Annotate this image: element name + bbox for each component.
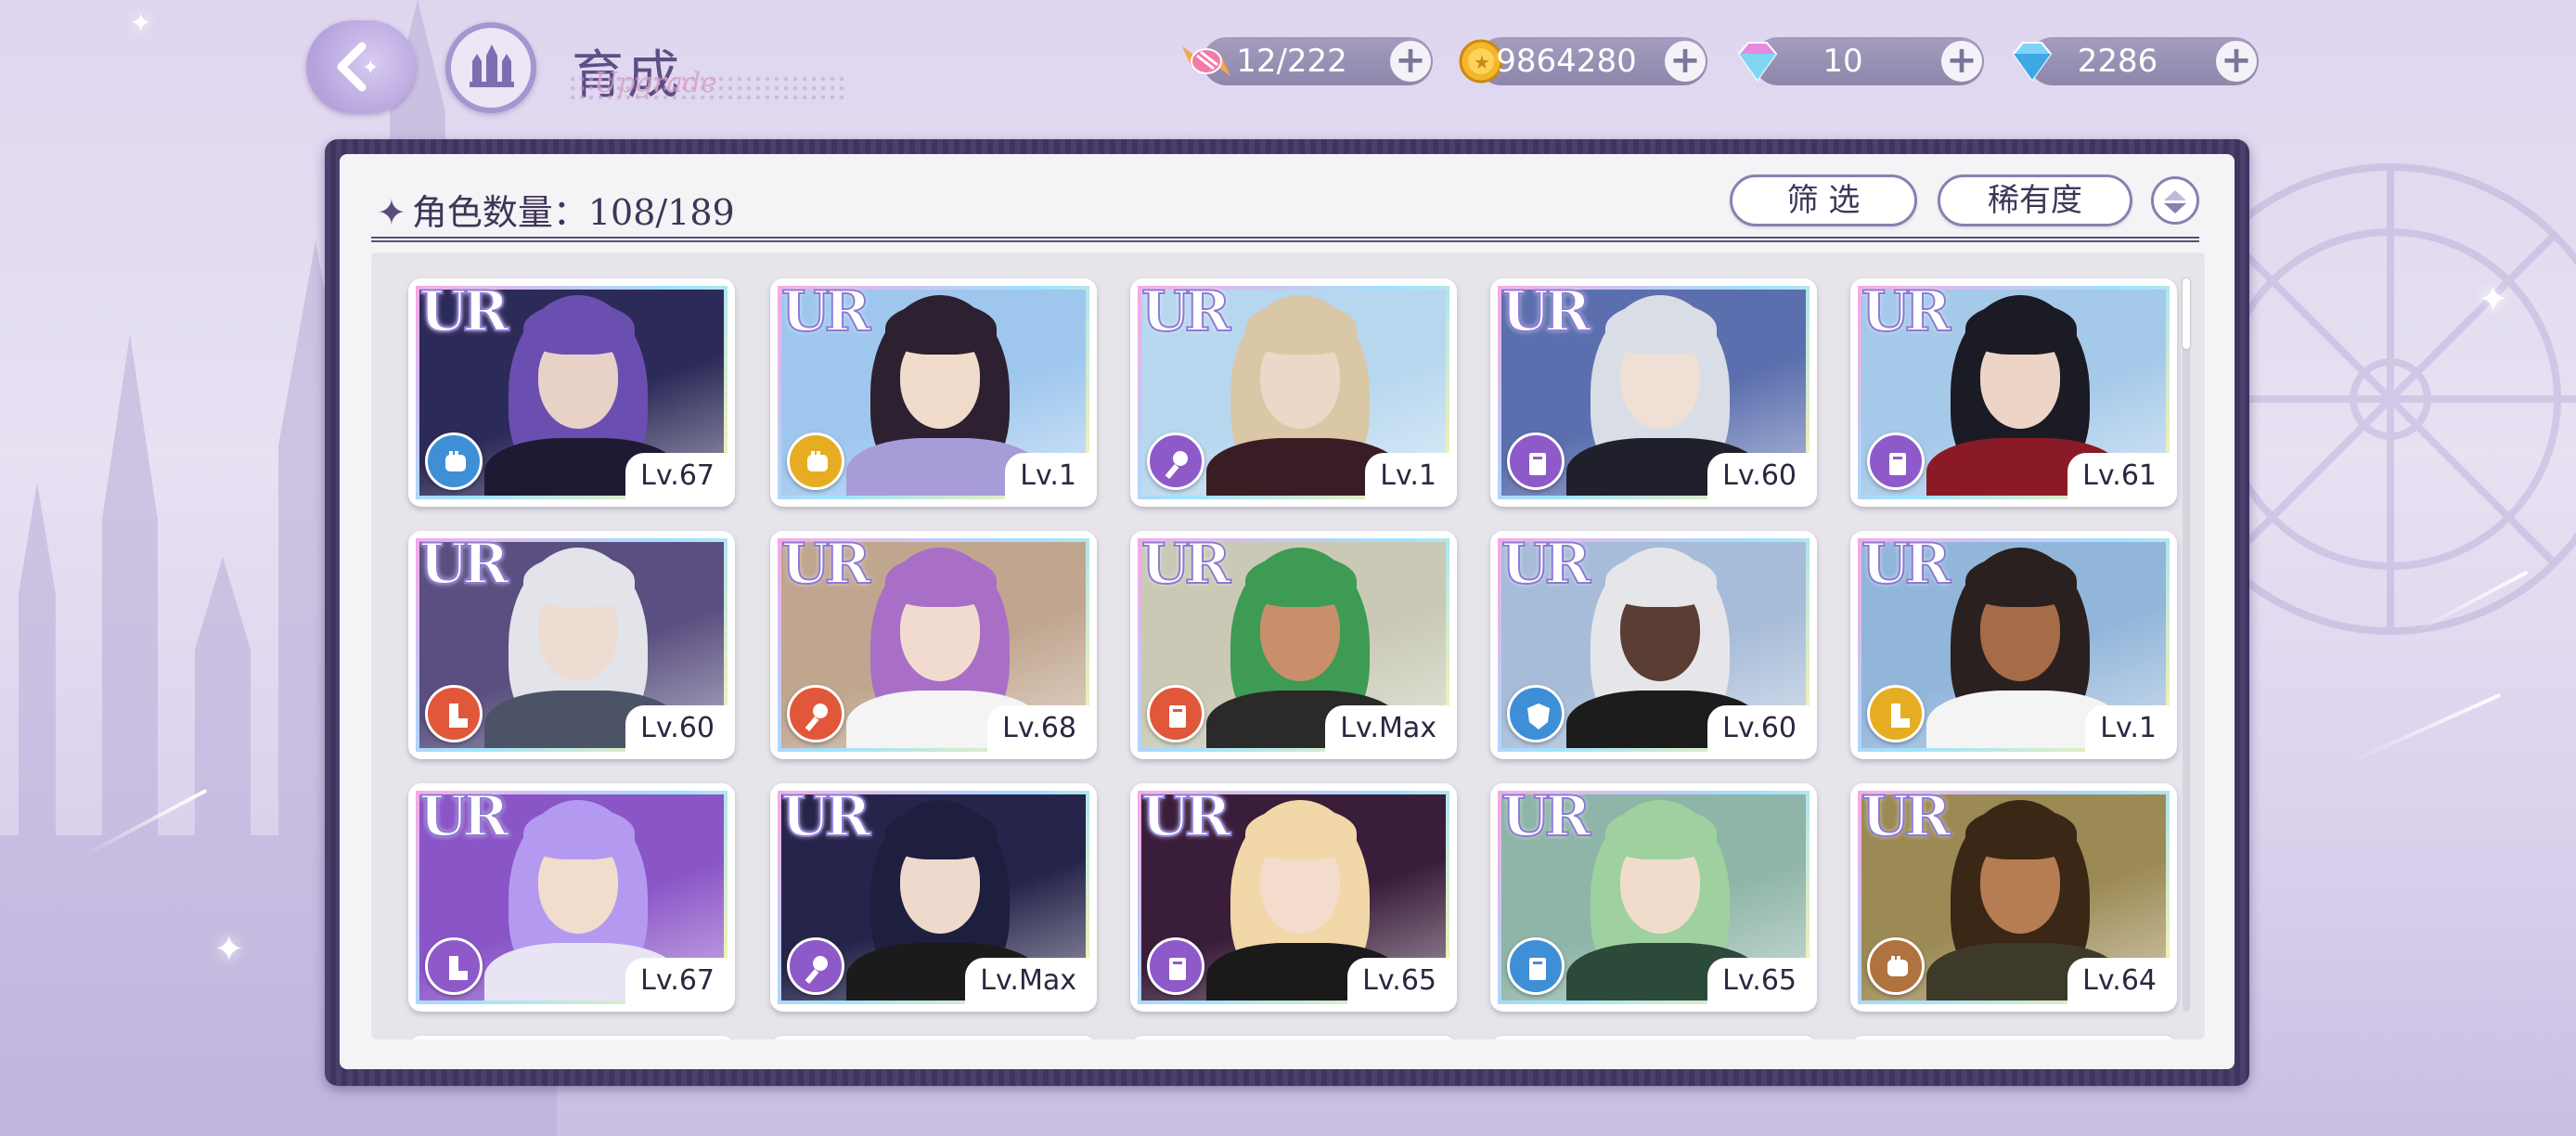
level-label: Lv.Max [1325,705,1449,752]
scrollbar-thumb[interactable] [2183,278,2190,349]
rarity-badge: UR [419,784,509,849]
purple-book-icon [1147,937,1204,995]
character-card[interactable]: UR Lv.61 [1850,278,2177,507]
title-script: Upgrade [594,67,717,99]
rarity-badge: UR [1861,532,1951,597]
add-coin-button[interactable]: + [1665,41,1706,82]
gem-value: 10 [1823,43,1863,80]
gold-fist-icon [787,432,844,490]
header-divider [371,237,2199,242]
level-label: Lv.67 [625,958,728,1004]
character-card[interactable]: UR Lv.60 [1490,531,1817,759]
add-diamond-button[interactable]: + [2216,41,2257,82]
rarity-badge: UR [780,279,871,344]
rarity-sort-button[interactable]: 稀有度 [1938,174,2132,226]
level-label: Lv.1 [1005,453,1089,499]
level-label: Lv.61 [2067,453,2170,499]
rarity-badge: UR [1501,784,1591,849]
rarity-badge: UR [1501,279,1591,344]
add-candy-button[interactable]: + [1390,41,1431,82]
light-streak [2347,692,2502,765]
blue-shield-icon [1507,685,1565,742]
level-label: Lv.1 [2085,705,2170,752]
level-label: Lv.60 [1707,705,1810,752]
red-book-icon [1147,685,1204,742]
sort-order-toggle[interactable] [2151,176,2199,225]
star-icon: ✦ [377,192,406,233]
coin-counter: ★ 9864280 + [1459,37,1707,85]
character-card[interactable]: UR Lv.65 [1490,783,1817,1012]
character-count: ✦ 角色数量：108/189 [377,184,735,235]
back-arrow-icon: ✦ [337,42,379,92]
rarity-badge: UR [1140,784,1231,849]
character-card-partial[interactable] [408,1036,735,1039]
character-card-partial[interactable] [1850,1036,2177,1039]
character-card[interactable]: UR Lv.67 [408,278,735,507]
gold-boot-icon [1867,685,1925,742]
brown-fist-icon [1867,937,1925,995]
level-label: Lv.64 [2067,958,2170,1004]
blue-fist-icon [425,432,483,490]
character-card[interactable]: UR Lv.1 [770,278,1097,507]
svg-text:✦: ✦ [362,57,379,80]
home-button[interactable] [445,22,536,113]
scrollbar-track[interactable] [2183,278,2190,1012]
diamond-value: 2286 [2077,43,2158,80]
sparkle-icon: ✦ [2478,278,2509,321]
purple-mic-icon [787,937,844,995]
red-mic-icon [787,685,844,742]
character-card[interactable]: UR Lv.67 [408,783,735,1012]
character-count-text: 角色数量：108/189 [411,192,735,233]
character-card[interactable]: UR Lv.64 [1850,783,2177,1012]
candy-counter: 12/222 + [1182,37,1433,85]
level-label: Lv.65 [1707,958,1810,1004]
rarity-badge: UR [419,279,509,344]
rarity-badge: UR [1501,532,1591,597]
character-card[interactable]: UR Lv.1 [1130,278,1457,507]
character-card[interactable]: UR Lv.68 [770,531,1097,759]
purple-book-icon [1507,432,1565,490]
sparkle-icon: ✦ [130,7,152,38]
red-boot-icon [425,685,483,742]
rarity-badge: UR [1140,279,1231,344]
character-grid[interactable]: UR Lv.67 UR Lv.1 UR Lv.1 UR Lv.60 UR Lv.61 UR Lv.60… [371,252,2205,1039]
level-label: Lv.65 [1347,958,1449,1004]
level-label: Lv.67 [625,453,728,499]
add-gem-button[interactable]: + [1941,41,1982,82]
character-card-partial[interactable] [770,1036,1097,1039]
level-label: Lv.60 [625,705,728,752]
back-button[interactable]: ✦ [306,20,416,113]
character-card-partial[interactable] [1130,1036,1457,1039]
character-card[interactable]: UR Lv.Max [1130,531,1457,759]
candy-value: 12/222 [1236,43,1347,80]
rarity-badge: UR [780,532,871,597]
character-card[interactable]: UR Lv.65 [1130,783,1457,1012]
level-label: Lv.Max [965,958,1089,1004]
sparkle-icon: ✦ [213,928,245,971]
rarity-badge: UR [1861,279,1951,344]
blue-book-icon [1507,937,1565,995]
rarity-badge: UR [1140,532,1231,597]
level-label: Lv.60 [1707,453,1810,499]
castle-icon [470,45,514,87]
diamond-counter: 2286 + [2012,37,2259,85]
character-card[interactable]: UR Lv.60 [408,531,735,759]
character-card[interactable]: UR Lv.60 [1490,278,1817,507]
rarity-badge: UR [419,532,509,597]
rarity-badge: UR [1861,784,1951,849]
coin-value: 9864280 [1496,43,1637,80]
character-card[interactable]: UR Lv.Max [770,783,1097,1012]
character-card[interactable]: UR Lv.1 [1850,531,2177,759]
purple-book-icon [1867,432,1925,490]
filter-button[interactable]: 筛 选 [1730,174,1917,226]
level-label: Lv.68 [987,705,1089,752]
gem-counter: 10 + [1737,37,1984,85]
character-card-partial[interactable] [1490,1036,1817,1039]
purple-boot-icon [425,937,483,995]
level-label: Lv.1 [1365,453,1449,499]
purple-mic-icon [1147,432,1204,490]
rarity-badge: UR [780,784,871,849]
